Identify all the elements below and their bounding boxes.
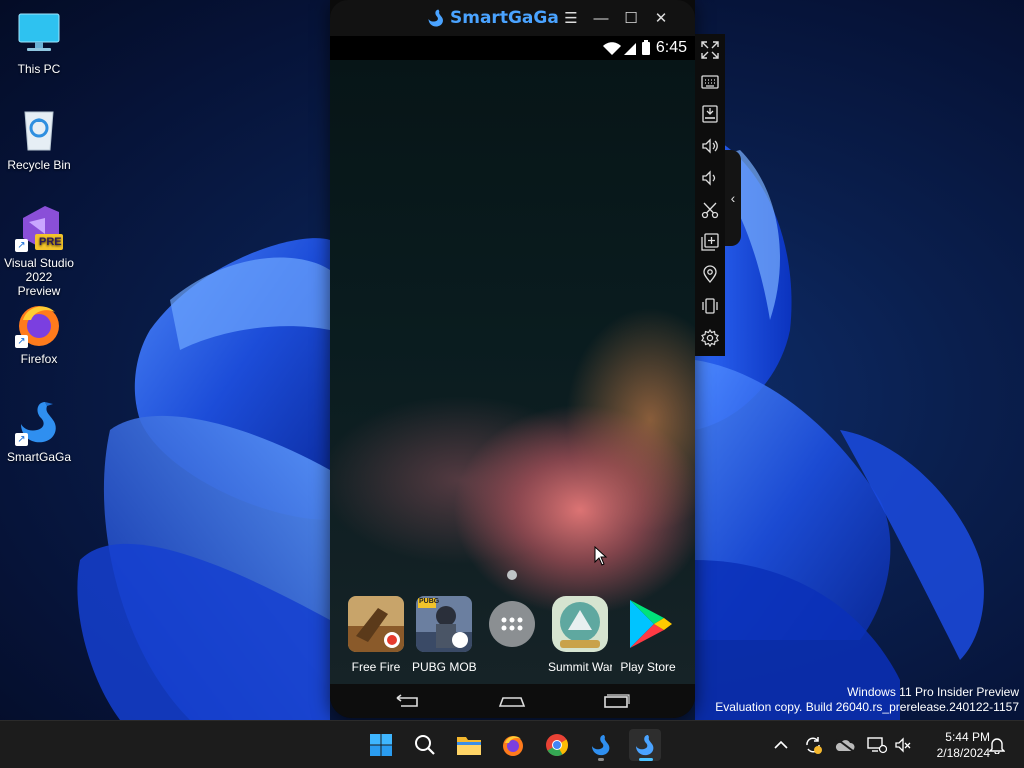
install-apk-icon[interactable] [699, 103, 721, 125]
emulator-close-button[interactable]: ✕ [650, 8, 672, 28]
taskbar-clock[interactable]: 5:44 PM 2/18/2024 [918, 729, 990, 761]
onedrive-offline-icon[interactable] [835, 735, 855, 755]
network-disconnected-icon[interactable] [867, 735, 887, 755]
free-fire-icon [348, 596, 404, 652]
smartgaga-icon[interactable] [585, 729, 617, 761]
file-explorer-icon[interactable] [453, 729, 485, 761]
emulator-brand: SmartGaGa [426, 7, 559, 29]
smartgaga-active-icon[interactable] [629, 729, 661, 761]
firefox-icon: ↗ [15, 300, 63, 348]
app-label: Free Fire [351, 660, 401, 674]
screenshot-scissors-icon[interactable] [699, 199, 721, 221]
emulator-side-toolbar [695, 34, 725, 356]
summit-icon [552, 596, 608, 652]
keyboard-icon[interactable] [699, 71, 721, 93]
shortcut-arrow-icon: ↗ [15, 239, 28, 252]
desktop-icon-label: Visual Studio 2022 Preview [4, 256, 74, 298]
toolbar-collapse-button[interactable]: ‹ [725, 150, 741, 246]
volume-down-icon[interactable] [699, 167, 721, 189]
emulator-brand-name: SmartGaGa [450, 8, 559, 28]
watermark-line-1: Windows 11 Pro Insider Preview [847, 685, 1019, 699]
smartgaga-swan-icon: ↗ [15, 398, 63, 446]
shortcut-arrow-icon: ↗ [15, 433, 28, 446]
active-indicator [639, 758, 653, 761]
emulator-minimize-button[interactable]: — [590, 8, 612, 28]
android-nav-bar [330, 684, 695, 718]
desktop-icon-smartgaga[interactable]: ↗ SmartGaGa [4, 398, 74, 464]
multi-instance-icon[interactable] [699, 231, 721, 253]
emulator-maximize-button[interactable]: ☐ [620, 8, 642, 28]
desktop-icon-recycle-bin[interactable]: Recycle Bin [4, 106, 74, 172]
shortcut-arrow-icon: ↗ [15, 335, 28, 348]
volume-muted-icon[interactable] [893, 735, 913, 755]
app-pubg[interactable]: PUBG PUBG MOBILE [409, 596, 479, 674]
android-status-bar: 6:45 [330, 36, 695, 60]
app-play-store[interactable]: Play Store [613, 596, 683, 674]
desktop-icon-label: This PC [17, 62, 61, 76]
app-drawer-icon [489, 601, 535, 647]
running-indicator [598, 758, 604, 761]
visual-studio-icon: PRE ↗ [15, 204, 63, 252]
shake-icon[interactable] [699, 295, 721, 317]
pubg-icon: PUBG [416, 596, 472, 652]
tray-overflow-chevron-icon[interactable] [771, 735, 791, 755]
android-home-screen[interactable]: Free Fire PUBG PUBG MOBILE [330, 60, 695, 684]
emulator-titlebar[interactable]: SmartGaGa ☰ — ☐ ✕ [330, 0, 695, 36]
search-icon[interactable] [409, 729, 441, 761]
desktop-icon-label: Recycle Bin [7, 158, 71, 172]
desktop-icon-label: Firefox [20, 352, 58, 366]
desktop-icon-label: SmartGaGa [6, 450, 72, 464]
status-time: 6:45 [655, 39, 687, 56]
play-store-icon [620, 596, 676, 652]
page-indicator-dot [507, 570, 517, 580]
windows-start-icon[interactable] [365, 729, 397, 761]
app-drawer-button[interactable] [477, 596, 547, 655]
recycle-bin-icon [15, 106, 63, 154]
monitor-icon [15, 10, 63, 58]
chrome-icon[interactable] [541, 729, 573, 761]
smartgaga-emulator-window: SmartGaGa ☰ — ☐ ✕ 6:45 Free Fire PUBG PU… [330, 0, 695, 718]
notification-bell-icon[interactable] [987, 735, 1007, 755]
settings-icon[interactable] [699, 327, 721, 349]
app-summit[interactable]: Summit Wars [545, 596, 615, 674]
emulator-menu-button[interactable]: ☰ [560, 8, 582, 28]
pre-badge: PRE [39, 236, 62, 248]
firefox-icon[interactable] [497, 729, 529, 761]
fullscreen-icon[interactable] [699, 39, 721, 61]
app-free-fire[interactable]: Free Fire [341, 596, 411, 674]
wifi-signal-battery-icon [603, 40, 650, 55]
desktop-icon-this-pc[interactable]: This PC [4, 10, 74, 76]
app-label: PUBG MOBILE [412, 660, 476, 674]
app-label: Play Store [620, 660, 676, 674]
smartgaga-logo-icon [428, 9, 443, 27]
windows-watermark: Windows 11 Pro Insider Preview Evaluatio… [715, 685, 1019, 715]
watermark-line-2: Evaluation copy. Build 26040.rs_prerelea… [715, 700, 1019, 714]
windows-taskbar: 5:44 PM 2/18/2024 [0, 720, 1024, 768]
pubg-badge: PUBG [419, 598, 440, 605]
desktop-icon-visual-studio[interactable]: PRE ↗ Visual Studio 2022 Preview [4, 204, 74, 298]
back-icon[interactable] [393, 692, 423, 710]
home-icon[interactable] [497, 692, 527, 710]
volume-up-icon[interactable] [699, 135, 721, 157]
sync-warning-icon[interactable] [803, 735, 823, 755]
location-icon[interactable] [699, 263, 721, 285]
clock-date: 2/18/2024 [936, 746, 990, 760]
app-label: Summit Wars [548, 660, 612, 674]
recents-icon[interactable] [601, 692, 631, 710]
desktop-icon-firefox[interactable]: ↗ Firefox [4, 300, 74, 366]
mouse-cursor-icon [594, 546, 608, 566]
clock-time: 5:44 PM [945, 730, 990, 744]
